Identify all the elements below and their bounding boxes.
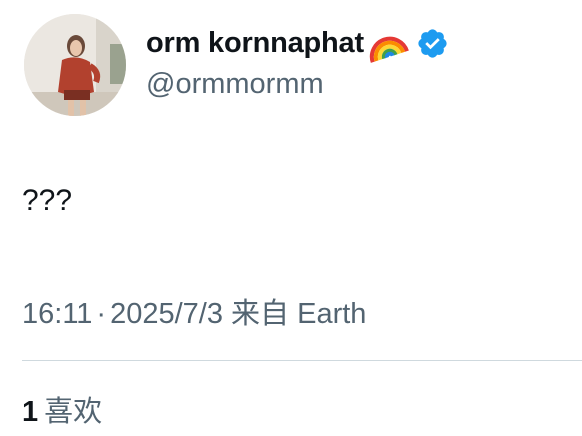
tweet-source: Earth (297, 298, 367, 330)
rainbow-icon (366, 23, 410, 63)
tweet-text: ??? (22, 184, 73, 217)
likes-count: 1 (22, 396, 39, 428)
meta-separator: · (96, 298, 107, 330)
divider (22, 360, 582, 361)
author-name-row[interactable]: orm kornnaphat (146, 22, 449, 64)
tweet-time[interactable]: 16:11 (22, 298, 92, 330)
tweet-date[interactable]: 2025/7/3 (110, 298, 223, 330)
tweet-metadata: 16:11 · 2025/7/3 来自 Earth (22, 290, 366, 332)
avatar-photo (24, 14, 126, 116)
source-prefix: 来自 (231, 298, 290, 330)
verified-badge-icon[interactable] (416, 27, 449, 60)
likes-stat[interactable]: 1 喜欢 (22, 388, 102, 430)
author-handle[interactable]: @ormmormm (146, 68, 324, 101)
display-name[interactable]: orm kornnaphat (146, 27, 364, 60)
avatar[interactable] (24, 14, 126, 116)
likes-label: 喜欢 (44, 396, 103, 428)
